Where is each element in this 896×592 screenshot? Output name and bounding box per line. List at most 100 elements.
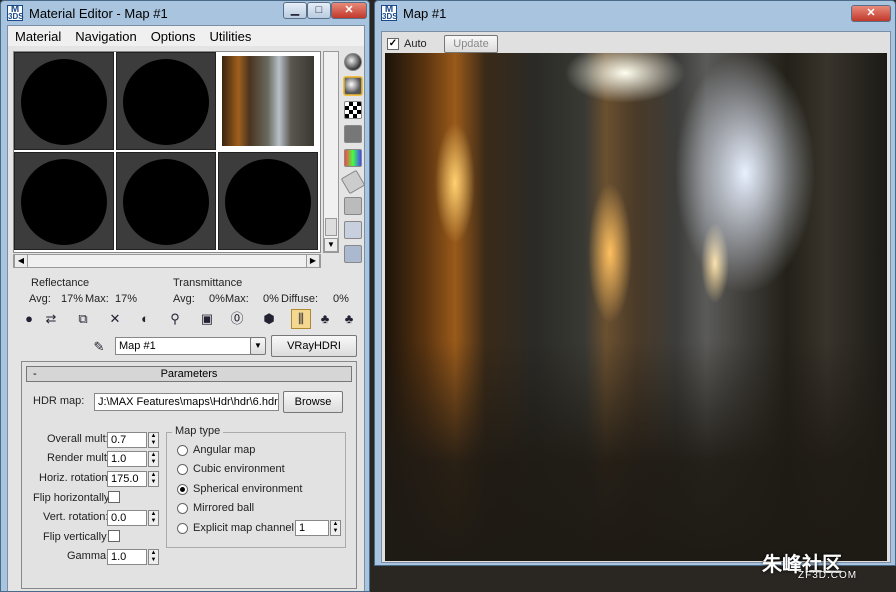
render-mult-spinner[interactable]: ▲ ▼: [148, 451, 159, 467]
maximize-button[interactable]: □: [307, 2, 331, 19]
map-viewer-title: Map #1: [403, 5, 447, 21]
video-color-check-icon[interactable]: [344, 149, 362, 167]
map-name-field[interactable]: Map #1: [115, 337, 251, 355]
flip-vertically-label: Flip vertically: [43, 531, 107, 543]
options-icon[interactable]: [344, 197, 362, 215]
go-forward-to-sibling-icon[interactable]: ♣: [339, 309, 359, 329]
select-by-material-icon[interactable]: [344, 221, 362, 239]
map-viewer-close-button[interactable]: ✕: [851, 5, 891, 22]
reflectance-avg-value: 17%: [61, 293, 84, 305]
reflectance-avg-label: Avg:: [29, 293, 51, 305]
gamma-spinner[interactable]: ▲ ▼: [148, 549, 159, 565]
horiz-rotation-field[interactable]: 175.0: [107, 471, 147, 487]
update-button[interactable]: Update: [444, 35, 498, 53]
material-editor-window: M 3DS Material Editor - Map #1 ▁ □ ✕ Mate…: [0, 0, 370, 592]
flip-horizontally-checkbox[interactable]: [108, 491, 120, 503]
copy-material-icon[interactable]: ◐: [135, 309, 155, 329]
menu-material[interactable]: Material: [8, 29, 68, 44]
backlight-icon[interactable]: [344, 77, 362, 95]
vert-rotation-spinner[interactable]: ▲ ▼: [148, 510, 159, 526]
sample-slot[interactable]: [14, 52, 114, 150]
render-mult-field[interactable]: 1.0: [107, 451, 147, 467]
map-viewer-window: M 3DS Map #1 ✕ ✓ Auto Update: [374, 0, 896, 566]
auto-checkbox[interactable]: ✓: [387, 38, 399, 50]
menu-options[interactable]: Options: [144, 29, 203, 44]
scroll-down-icon[interactable]: ▼: [324, 238, 338, 252]
sample-slot[interactable]: [14, 152, 114, 250]
explicit-map-channel-radio[interactable]: [177, 523, 188, 534]
sample-type-icon[interactable]: [344, 53, 362, 71]
hdr-map-path-field[interactable]: J:\MAX Features\maps\Hdr\hdr\6.hdr: [94, 393, 279, 411]
vert-rotation-field[interactable]: 0.0: [107, 510, 147, 526]
cubic-environment-radio[interactable]: [177, 464, 188, 475]
app-icon: M 3DS: [381, 4, 398, 21]
make-preview-icon[interactable]: [340, 169, 366, 195]
angular-map-radio[interactable]: [177, 445, 188, 456]
menu-utilities[interactable]: Utilities: [203, 29, 259, 44]
angular-map-label: Angular map: [193, 444, 256, 456]
transmittance-max-value: 0%: [263, 293, 279, 305]
hdr-map-label: HDR map:: [33, 395, 85, 407]
slots-vertical-scrollbar[interactable]: ▼: [323, 51, 339, 253]
go-to-parent-icon[interactable]: ♣: [315, 309, 335, 329]
scroll-left-icon[interactable]: ◀: [14, 254, 28, 268]
reset-map-icon[interactable]: ✕: [105, 309, 125, 329]
reflectance-max-label: Max:: [85, 293, 109, 305]
material-map-navigator-icon[interactable]: [344, 245, 362, 263]
gamma-field[interactable]: 1.0: [107, 549, 147, 565]
overall-mult-field[interactable]: 0.7: [107, 432, 147, 448]
transmittance-label: Transmittance: [173, 277, 243, 289]
map-channel-field[interactable]: 1: [295, 520, 329, 536]
put-to-scene-icon[interactable]: ⇄: [41, 309, 61, 329]
sample-slot[interactable]: [218, 152, 318, 250]
watermark-url: ZF3D.COM: [798, 570, 858, 581]
pick-material-eyedropper-icon[interactable]: ✎: [89, 337, 109, 357]
menu-navigation[interactable]: Navigation: [68, 29, 143, 44]
map-type-button[interactable]: VRayHDRI: [271, 335, 357, 357]
flip-vertically-checkbox[interactable]: [108, 530, 120, 542]
map-name-dropdown-icon[interactable]: ▼: [250, 337, 266, 355]
transmittance-max-label: Max:: [225, 293, 249, 305]
get-material-icon[interactable]: ●: [19, 309, 39, 329]
spherical-environment-label: Spherical environment: [193, 483, 303, 495]
sample-slots: [13, 51, 321, 253]
spherical-environment-radio[interactable]: [177, 484, 188, 495]
horiz-rotation-label: Horiz. rotation:: [39, 472, 111, 484]
window-title: Material Editor - Map #1: [29, 5, 168, 21]
show-end-result-icon[interactable]: ⫼: [291, 309, 311, 329]
horiz-rotation-spinner[interactable]: ▲ ▼: [148, 471, 159, 487]
map-type-title: Map type: [172, 425, 224, 437]
map-viewer-titlebar[interactable]: M 3DS Map #1: [375, 1, 895, 25]
mirrored-ball-label: Mirrored ball: [193, 502, 255, 514]
render-mult-label: Render mult:: [47, 452, 110, 464]
minimize-button[interactable]: ▁: [283, 2, 307, 19]
explicit-map-channel-label: Explicit map channel: [193, 522, 294, 534]
background-checker-icon[interactable]: [344, 101, 362, 119]
overall-mult-spinner[interactable]: ▲ ▼: [148, 432, 159, 448]
transmittance-avg-label: Avg:: [173, 293, 195, 305]
make-unique-icon[interactable]: ⚲: [165, 309, 185, 329]
show-map-in-viewport-icon[interactable]: ⬢: [259, 309, 279, 329]
side-toolbar: [340, 53, 366, 269]
close-button[interactable]: ✕: [331, 2, 367, 19]
rollout-title: Parameters: [160, 368, 218, 380]
put-to-library-icon[interactable]: ▣: [197, 309, 217, 329]
slots-horizontal-scrollbar[interactable]: ◀ ▶: [13, 254, 321, 268]
hdr-map-render: [385, 53, 887, 561]
rollout-header[interactable]: - Parameters: [26, 366, 352, 382]
reflectance-max-value: 17%: [115, 293, 138, 305]
sample-uv-tiling-icon[interactable]: [344, 125, 362, 143]
mirrored-ball-radio[interactable]: [177, 503, 188, 514]
flip-horizontally-label: Flip horizontally: [33, 492, 110, 504]
sample-slot-active[interactable]: [218, 52, 318, 150]
gamma-label: Gamma:: [67, 550, 110, 562]
sample-slot[interactable]: [116, 152, 216, 250]
browse-button[interactable]: Browse: [283, 391, 343, 413]
hdr-preview-thumbnail: [222, 56, 314, 146]
scroll-right-icon[interactable]: ▶: [306, 254, 320, 268]
map-channel-spinner[interactable]: ▲ ▼: [330, 520, 341, 536]
sample-slot[interactable]: [116, 52, 216, 150]
overall-mult-label: Overall mult:: [47, 433, 109, 445]
assign-to-selection-icon[interactable]: ⧉: [73, 309, 93, 329]
material-id-channel-icon[interactable]: ⓪: [227, 309, 247, 329]
